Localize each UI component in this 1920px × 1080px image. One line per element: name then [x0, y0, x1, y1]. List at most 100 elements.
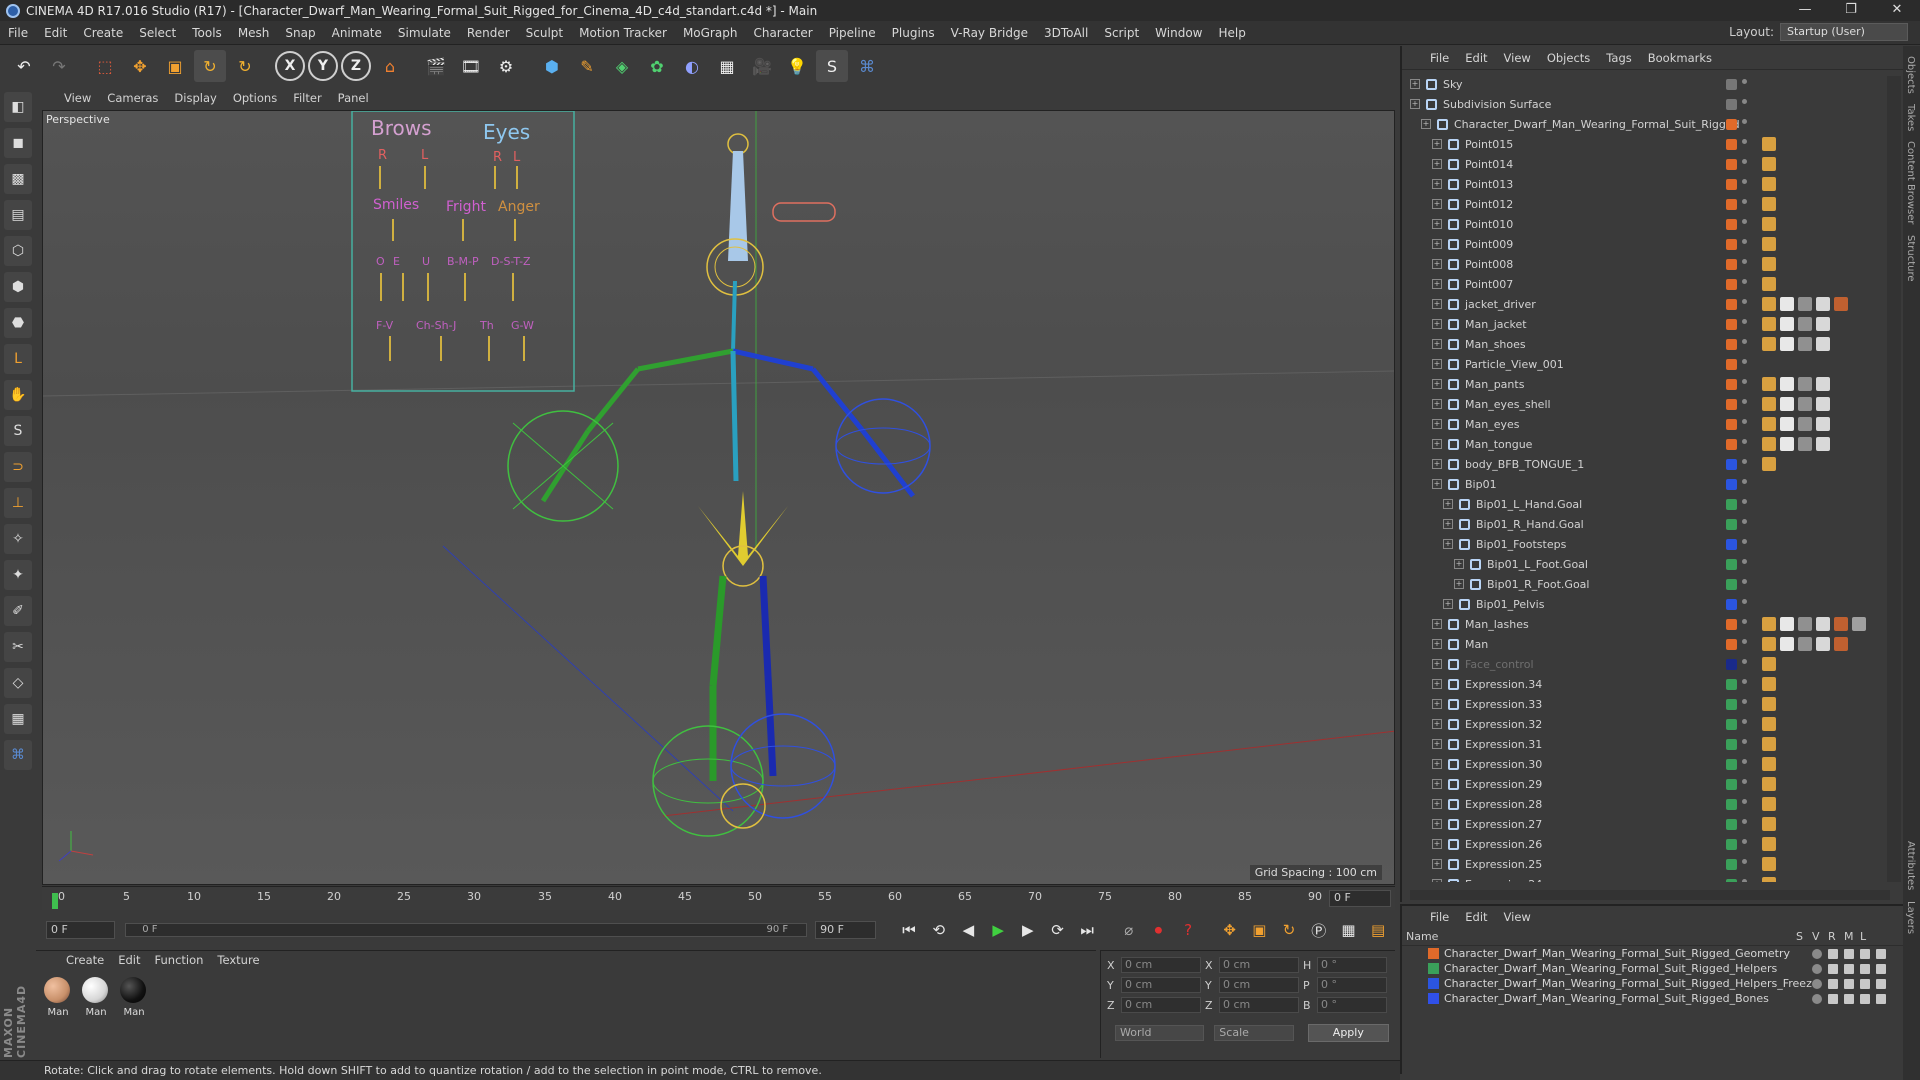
visibility-dot[interactable] [1742, 419, 1747, 424]
object-row[interactable]: + Expression.24 [1410, 874, 1885, 882]
object-row[interactable]: + Subdivision Surface [1410, 94, 1885, 114]
visibility-dot[interactable] [1742, 119, 1747, 124]
object-row[interactable]: + Expression.34 [1410, 674, 1885, 694]
cloner-icon[interactable]: ✿ [641, 50, 673, 82]
object-tag-icon[interactable] [1780, 317, 1794, 331]
layer-color-swatch[interactable] [1726, 878, 1737, 882]
tab-structure[interactable]: Structure [1905, 235, 1916, 282]
menu-simulate[interactable]: Simulate [390, 26, 459, 40]
visibility-dot[interactable] [1742, 639, 1747, 644]
object-tree-scrollbar[interactable] [1887, 76, 1901, 882]
menu-character[interactable]: Character [745, 26, 820, 40]
layer-color-swatch[interactable] [1428, 963, 1439, 974]
visibility-dot[interactable] [1742, 539, 1747, 544]
object-tag-icon[interactable] [1762, 297, 1776, 311]
point-level-animation-icon[interactable]: ▦ [1336, 917, 1362, 943]
expand-toggle-icon[interactable]: + [1432, 679, 1442, 689]
layer-color-swatch[interactable] [1726, 98, 1737, 110]
menu-script[interactable]: Script [1096, 26, 1147, 40]
knife-tool-icon[interactable]: ✂ [4, 632, 32, 662]
menu-render[interactable]: Render [459, 26, 518, 40]
om-menu-view[interactable]: View [1504, 51, 1531, 65]
coordinate-system-icon[interactable]: ⌂ [374, 50, 406, 82]
visibility-dot[interactable] [1742, 359, 1747, 364]
object-tag-icon[interactable] [1798, 617, 1812, 631]
object-tag-icon[interactable] [1780, 397, 1794, 411]
lm-menu-file[interactable]: File [1430, 910, 1449, 928]
object-tag-icon[interactable] [1762, 257, 1776, 271]
layer-color-swatch[interactable] [1726, 118, 1737, 130]
minimize-button[interactable]: — [1782, 0, 1828, 21]
visibility-dot[interactable] [1742, 659, 1747, 664]
workplane-mode-icon[interactable]: ▤ [4, 200, 32, 230]
layer-toggle-icon[interactable] [1860, 978, 1870, 989]
layer-color-swatch[interactable] [1726, 798, 1737, 810]
expand-toggle-icon[interactable]: + [1432, 659, 1442, 669]
polygons-mode-icon[interactable]: ⬣ [4, 308, 32, 338]
visibility-dot[interactable] [1742, 719, 1747, 724]
current-frame-field[interactable]: 0 F [1329, 890, 1391, 907]
menu-snap[interactable]: Snap [277, 26, 323, 40]
layer-color-swatch[interactable] [1726, 358, 1737, 370]
object-tag-icon[interactable] [1762, 317, 1776, 331]
end-frame-field[interactable]: 90 F [815, 921, 877, 939]
object-tag-icon[interactable] [1762, 437, 1776, 451]
autokeying-icon[interactable]: ⏺ [1146, 917, 1172, 943]
visibility-dot[interactable] [1742, 379, 1747, 384]
layer-color-swatch[interactable] [1726, 578, 1737, 590]
layer-toggle-icon[interactable] [1844, 963, 1854, 974]
menu-3dtoall[interactable]: 3DToAll [1036, 26, 1096, 40]
size-x-field[interactable]: 0 cm [1219, 957, 1299, 973]
layer-color-swatch[interactable] [1428, 978, 1439, 989]
object-row[interactable]: + Man_pants [1410, 374, 1885, 394]
live-selection-icon[interactable]: ⬚ [89, 50, 121, 82]
object-tag-icon[interactable] [1780, 297, 1794, 311]
go-to-end-icon[interactable]: ⏭ [1074, 917, 1100, 943]
visibility-dot[interactable] [1742, 479, 1747, 484]
object-tag-icon[interactable] [1798, 317, 1812, 331]
visibility-dot[interactable] [1742, 519, 1747, 524]
render-picture-viewer-icon[interactable]: 🎞 [455, 50, 487, 82]
expand-toggle-icon[interactable]: + [1432, 279, 1442, 289]
layer-color-swatch[interactable] [1726, 818, 1737, 830]
layer-color-swatch[interactable] [1726, 638, 1737, 650]
material-swatch[interactable]: Man [120, 977, 148, 1018]
object-row[interactable]: + Expression.32 [1410, 714, 1885, 734]
visibility-dot[interactable] [1742, 779, 1747, 784]
visibility-dot[interactable] [1742, 819, 1747, 824]
render-settings-icon[interactable]: ⚙ [490, 50, 522, 82]
object-tag-icon[interactable] [1798, 377, 1812, 391]
expand-toggle-icon[interactable]: + [1432, 219, 1442, 229]
object-tag-icon[interactable] [1762, 217, 1776, 231]
object-row[interactable]: + Point009 [1410, 234, 1885, 254]
visibility-dot[interactable] [1742, 859, 1747, 864]
layer-color-swatch[interactable] [1726, 598, 1737, 610]
layer-color-swatch[interactable] [1726, 558, 1737, 570]
object-tag-icon[interactable] [1798, 297, 1812, 311]
visibility-dot[interactable] [1742, 219, 1747, 224]
visibility-dot[interactable] [1742, 239, 1747, 244]
object-tag-icon[interactable] [1780, 337, 1794, 351]
object-row[interactable]: + Point010 [1410, 214, 1885, 234]
layer-color-swatch[interactable] [1726, 678, 1737, 690]
object-row[interactable]: + Man [1410, 634, 1885, 654]
object-row[interactable]: + Expression.33 [1410, 694, 1885, 714]
layer-color-swatch[interactable] [1726, 618, 1737, 630]
visibility-dot[interactable] [1742, 799, 1747, 804]
layer-color-swatch[interactable] [1726, 138, 1737, 150]
layer-color-swatch[interactable] [1726, 518, 1737, 530]
expand-toggle-icon[interactable]: + [1432, 239, 1442, 249]
scale-key-icon[interactable]: ▣ [1247, 917, 1273, 943]
layer-color-swatch[interactable] [1726, 278, 1737, 290]
visibility-dot[interactable] [1742, 559, 1747, 564]
menu-animate[interactable]: Animate [324, 26, 390, 40]
object-tag-icon[interactable] [1762, 757, 1776, 771]
object-row[interactable]: + body_BFB_TONGUE_1 [1410, 454, 1885, 474]
expand-toggle-icon[interactable]: + [1432, 399, 1442, 409]
axis-mode-icon[interactable]: L [4, 344, 32, 374]
menu-mesh[interactable]: Mesh [230, 26, 278, 40]
layer-color-swatch[interactable] [1726, 458, 1737, 470]
layer-color-swatch[interactable] [1726, 778, 1737, 790]
material-menu-edit[interactable]: Edit [118, 953, 140, 967]
floor-scene-icon[interactable]: ▦ [711, 50, 743, 82]
